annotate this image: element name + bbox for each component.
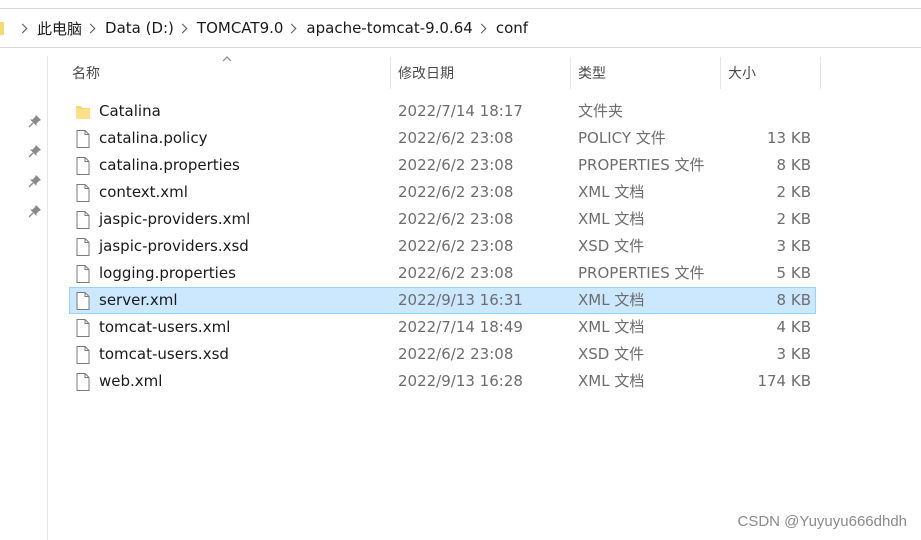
file-name: jaspic-providers.xml	[99, 210, 251, 228]
file-modified-date: 2022/9/13 16:28	[398, 372, 523, 390]
watermark: CSDN @Yuyuyu666dhdh	[737, 513, 908, 530]
file-name: tomcat-users.xml	[99, 318, 231, 336]
file-row[interactable]: server.xml 2022/9/13 16:31 XML 文档 8 KB	[69, 287, 816, 314]
file-modified-date: 2022/6/2 23:08	[398, 129, 514, 147]
file-icon	[76, 157, 90, 175]
file-icon	[76, 346, 90, 364]
file-size: 2 KB	[776, 210, 811, 228]
pin-icon[interactable]	[28, 114, 42, 128]
column-header-type[interactable]: 类型	[570, 57, 720, 89]
file-icon	[76, 319, 90, 337]
chevron-right-icon[interactable]	[177, 23, 188, 33]
file-row[interactable]: context.xml 2022/6/2 23:08 XML 文档 2 KB	[69, 179, 816, 206]
file-icon	[76, 373, 90, 391]
file-name: catalina.properties	[99, 156, 240, 174]
file-row[interactable]: Catalina 2022/7/14 18:17 文件夹	[69, 98, 816, 125]
file-type: XML 文档	[578, 318, 645, 336]
file-row[interactable]: tomcat-users.xml 2022/7/14 18:49 XML 文档 …	[69, 314, 816, 341]
file-size: 174 KB	[757, 372, 811, 390]
file-type: XML 文档	[578, 210, 645, 228]
folder-icon	[76, 106, 90, 119]
file-name: server.xml	[99, 291, 178, 309]
pin-icon[interactable]	[28, 174, 42, 188]
chevron-right-icon[interactable]	[85, 23, 96, 33]
chevron-right-icon[interactable]	[476, 23, 487, 33]
file-modified-date: 2022/6/2 23:08	[398, 156, 514, 174]
folder-icon	[0, 22, 4, 35]
file-modified-date: 2022/6/2 23:08	[398, 237, 514, 255]
file-size: 13 KB	[767, 129, 811, 147]
file-type: PROPERTIES 文件	[578, 156, 705, 174]
pin-icon[interactable]	[28, 204, 42, 218]
file-name: logging.properties	[99, 264, 236, 282]
file-row[interactable]: tomcat-users.xsd 2022/6/2 23:08 XSD 文件 3…	[69, 341, 816, 368]
breadcrumb: 此电脑 Data (D:) TOMCAT9.0 apache-tomcat-9.…	[14, 9, 528, 47]
chevron-right-icon[interactable]	[286, 23, 297, 33]
file-modified-date: 2022/6/2 23:08	[398, 183, 514, 201]
file-size: 3 KB	[776, 345, 811, 363]
file-type: 文件夹	[578, 102, 624, 120]
file-icon	[76, 130, 90, 148]
file-row[interactable]: catalina.properties 2022/6/2 23:08 PROPE…	[69, 152, 816, 179]
file-row[interactable]: web.xml 2022/9/13 16:28 XML 文档 174 KB	[69, 368, 816, 395]
chevron-right-icon[interactable]	[17, 23, 28, 33]
file-modified-date: 2022/6/2 23:08	[398, 345, 514, 363]
file-size: 4 KB	[776, 318, 811, 336]
column-divider[interactable]	[820, 57, 821, 89]
file-type: XML 文档	[578, 183, 645, 201]
file-size: 3 KB	[776, 237, 811, 255]
column-header-size[interactable]: 大小	[720, 57, 820, 89]
file-type: XML 文档	[578, 372, 645, 390]
file-name: Catalina	[99, 102, 161, 120]
file-type: PROPERTIES 文件	[578, 264, 705, 282]
file-size: 8 KB	[776, 291, 811, 309]
breadcrumb-item-tomcat[interactable]: TOMCAT9.0	[174, 19, 283, 37]
file-icon	[76, 211, 90, 229]
file-name: jaspic-providers.xsd	[99, 237, 249, 255]
address-bar[interactable]: 此电脑 Data (D:) TOMCAT9.0 apache-tomcat-9.…	[0, 8, 921, 48]
file-row[interactable]: jaspic-providers.xml 2022/6/2 23:08 XML …	[69, 206, 816, 233]
column-header-name[interactable]: 名称	[64, 57, 390, 89]
file-modified-date: 2022/7/14 18:49	[398, 318, 523, 336]
file-name: web.xml	[99, 372, 163, 390]
breadcrumb-item-this-pc[interactable]: 此电脑	[14, 18, 82, 39]
file-icon	[76, 265, 90, 283]
file-type: XSD 文件	[578, 345, 645, 363]
file-name: context.xml	[99, 183, 188, 201]
file-type: POLICY 文件	[578, 129, 666, 147]
pin-icon[interactable]	[28, 144, 42, 158]
file-type: XSD 文件	[578, 237, 645, 255]
file-size: 8 KB	[776, 156, 811, 174]
file-type: XML 文档	[578, 291, 645, 309]
file-row[interactable]: jaspic-providers.xsd 2022/6/2 23:08 XSD …	[69, 233, 816, 260]
breadcrumb-item-apache-tomcat[interactable]: apache-tomcat-9.0.64	[283, 19, 473, 37]
file-icon	[76, 184, 90, 202]
file-row[interactable]: logging.properties 2022/6/2 23:08 PROPER…	[69, 260, 816, 287]
file-icon	[76, 292, 90, 310]
file-modified-date: 2022/6/2 23:08	[398, 264, 514, 282]
file-row[interactable]: catalina.policy 2022/6/2 23:08 POLICY 文件…	[69, 125, 816, 152]
file-name: tomcat-users.xsd	[99, 345, 229, 363]
file-icon	[76, 238, 90, 256]
column-header: 名称 修改日期 类型 大小	[49, 56, 921, 89]
breadcrumb-item-conf[interactable]: conf	[473, 19, 528, 37]
file-size: 2 KB	[776, 183, 811, 201]
column-header-date[interactable]: 修改日期	[390, 57, 570, 89]
file-name: catalina.policy	[99, 129, 208, 147]
file-modified-date: 2022/9/13 16:31	[398, 291, 523, 309]
breadcrumb-item-data-drive[interactable]: Data (D:)	[82, 19, 174, 37]
file-list: Catalina 2022/7/14 18:17 文件夹 catalina.po…	[69, 98, 816, 395]
file-modified-date: 2022/7/14 18:17	[398, 102, 523, 120]
file-modified-date: 2022/6/2 23:08	[398, 210, 514, 228]
file-size: 5 KB	[776, 264, 811, 282]
navigation-pane	[0, 56, 48, 540]
